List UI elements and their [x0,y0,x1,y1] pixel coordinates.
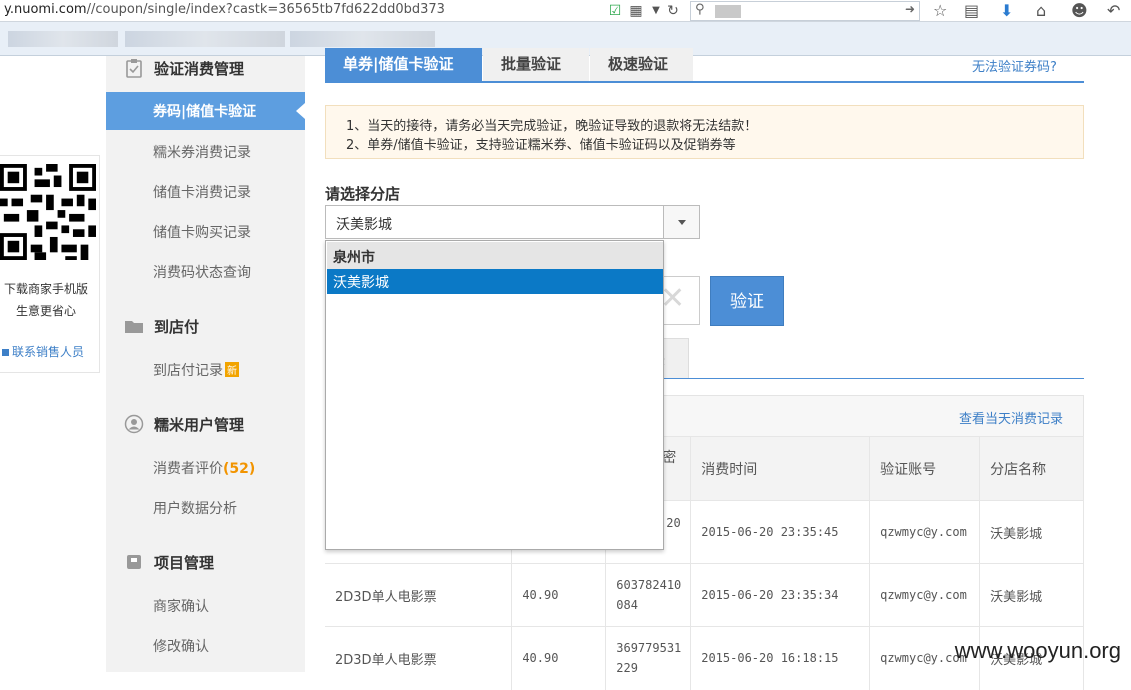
column-header: 验证账号 [870,437,980,501]
sidebar-item-coupon-records[interactable]: 糯米券消费记录 [153,142,251,162]
qr-caption-line1: 下载商家手机版 [0,280,92,297]
store-select-label: 请选择分店 [325,183,400,204]
folder-icon [124,316,144,336]
qr-code-icon[interactable] [0,164,96,260]
sidebar-section-project[interactable]: 项目管理 [124,552,214,573]
sidebar-section-project-label: 项目管理 [154,554,214,572]
active-pointer-icon [296,103,305,119]
sidebar-section-users-label: 糯米用户管理 [154,416,244,434]
redacted-bookmark [125,31,285,47]
sidebar-item-card-consume-records[interactable]: 储值卡消费记录 [153,182,251,202]
sidebar-item-coupon-verify[interactable]: 券码|储值卡验证 [106,92,305,130]
store-select-value: 沃美影城 [336,214,392,234]
sidebar-item-modify-confirm[interactable]: 修改确认 [153,636,209,656]
cant-verify-link[interactable]: 无法验证券码? [972,56,1057,75]
square-icon [2,349,9,356]
cell-store: 沃美影城 [980,501,1084,564]
clipboard-check-icon [124,58,144,78]
qr-download-panel: 下载商家手机版 生意更省心 联系销售人员 [0,155,100,373]
cell-product: 2D3D单人电影票 [325,564,512,627]
sidebar-item-code-status[interactable]: 消费码状态查询 [153,262,251,282]
tab-batch-verify[interactable]: 批量验证 [483,48,589,81]
watermark: www.wooyun.org [955,638,1121,664]
notice-line: 1、当天的接待，请务必当天完成验证，晚验证导致的退款将无法结款！ [346,115,757,134]
user-circle-icon [124,414,144,434]
cell-price: 40.90 [512,564,606,627]
contact-sales-label[interactable]: 联系销售人员 [12,345,84,359]
notice-line: 2、单券/储值卡验证，支持验证糯米券、储值卡验证码以及促销券等 [346,134,736,153]
sidebar-item-card-purchase-records[interactable]: 储值卡购买记录 [153,222,251,242]
tab-single-verify[interactable]: 单券|储值卡验证 [325,48,482,81]
redacted-bookmark [290,31,435,47]
home-icon[interactable]: ⌂ [1036,1,1046,20]
dropdown-group-label: 泉州市 [333,247,375,267]
column-header: 消费时间 [691,437,870,501]
table-row: 2D3D单人电影票 40.90 603782410 084 2015-06-20… [325,564,1084,627]
search-text-redacted [715,5,741,18]
dropdown-icon[interactable]: ▼ [647,2,665,20]
qr-icon[interactable]: ▦ [627,2,645,20]
column-header: 分店名称 [980,437,1084,501]
cell-time: 2015-06-20 23:35:45 [691,501,870,564]
arrow-right-icon[interactable]: ➜ [905,2,915,16]
cell-product: 2D3D单人电影票 [325,627,512,690]
dropdown-option-label: 沃美影城 [333,272,389,292]
smiley-icon[interactable]: ☻ [1071,1,1088,20]
star-icon[interactable]: ☆ [933,1,947,20]
store-select[interactable]: 沃美影城 [325,205,700,239]
browser-search-box[interactable]: ⚲ ➜ [690,1,920,21]
url-text[interactable]: y.nuomi.com//coupon/single/index?castk=3… [4,2,445,17]
sidebar-section-verify-label: 验证消费管理 [154,60,244,78]
view-today-records-link[interactable]: 查看当天消费记录 [959,408,1063,427]
search-icon: ⚲ [695,2,705,17]
contact-sales-link[interactable]: 联系销售人员 [0,343,96,360]
cell-code: 603782410 084 [606,564,691,627]
verify-button[interactable]: 验证 [710,276,784,326]
back-icon[interactable]: ↶ [1107,1,1120,20]
cell-store: 沃美影城 [980,564,1084,627]
project-box-icon [124,552,144,572]
shield-check-icon[interactable]: ☑ [606,2,624,20]
new-badge: 新 [225,362,239,377]
sidebar-section-pay[interactable]: 到店付 [124,316,199,337]
sidebar-item-consumer-review[interactable]: 消费者评价(52) [153,458,255,478]
dropdown-group-header: 泉州市 [327,242,663,269]
sidebar: 验证消费管理 券码|储值卡验证 糯米券消费记录 储值卡消费记录 储值卡购买记录 … [106,56,305,672]
clipboard-icon[interactable]: ▤ [964,1,979,20]
cell-time: 2015-06-20 23:35:34 [691,564,870,627]
cell-price: 40.90 [512,627,606,690]
sidebar-section-verify[interactable]: 验证消费管理 [124,58,244,79]
qr-caption-line2: 生意更省心 [0,302,92,319]
cell-account: qzwmyc@y.com [870,501,980,564]
cell-account: qzwmyc@y.com [870,564,980,627]
dropdown-option[interactable]: 沃美影城 [327,269,663,294]
review-count-badge: (52) [223,461,255,477]
notice-box: 1、当天的接待，请务必当天完成验证，晚验证导致的退款将无法结款！ 2、单券/储值… [325,105,1084,159]
sidebar-section-users[interactable]: 糯米用户管理 [124,414,244,435]
sidebar-item-merchant-confirm[interactable]: 商家确认 [153,596,209,616]
sidebar-section-pay-label: 到店付 [154,318,199,336]
sidebar-item-label: 到店付记录 [153,363,223,379]
sidebar-item-user-analysis[interactable]: 用户数据分析 [153,498,237,518]
browser-url-bar[interactable]: y.nuomi.com//coupon/single/index?castk=3… [0,0,1131,22]
redacted-bookmark [8,31,118,47]
cell-time: 2015-06-20 16:18:15 [691,627,870,690]
sidebar-item-label: 券码|储值卡验证 [153,101,256,121]
sidebar-item-pay-records[interactable]: 到店付记录新 [153,360,239,380]
store-dropdown-list[interactable]: 泉州市 沃美影城 [325,240,664,550]
chevron-down-icon[interactable] [663,206,699,238]
sidebar-item-label: 消费者评价 [153,461,223,477]
refresh-icon[interactable]: ↻ [664,2,682,20]
download-icon[interactable]: ⬇ [1000,1,1013,20]
cell-code: 369779531 229 [606,627,691,690]
verify-tabs: 单券|储值卡验证 批量验证 极速验证 [325,48,1084,83]
tab-fast-verify[interactable]: 极速验证 [590,48,693,81]
